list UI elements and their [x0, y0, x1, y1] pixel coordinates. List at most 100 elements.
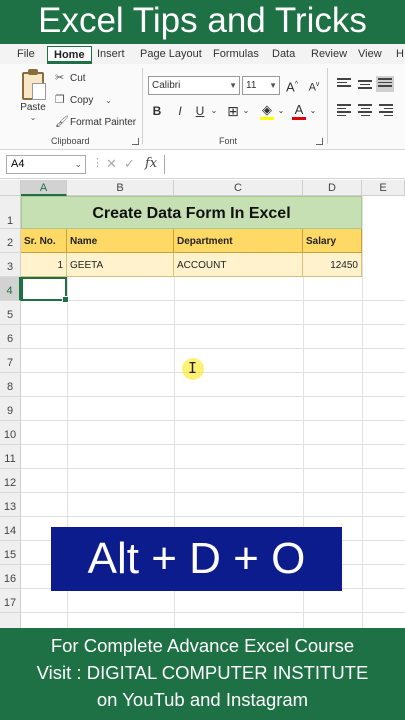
gridline — [21, 612, 405, 613]
row-header-4[interactable]: 4 — [0, 277, 21, 301]
select-all-corner[interactable] — [0, 180, 21, 196]
italic-button[interactable]: I — [173, 102, 187, 120]
tab-formulas[interactable]: Formulas — [213, 46, 259, 64]
cancel-icon[interactable]: ✕ — [106, 156, 117, 172]
ribbon: Paste ⌄ ✂ Cut ❐ Copy ⌄ 🖌Format Painter Cli… — [0, 64, 405, 150]
bottom-banner: For Complete Advance Excel Course Visit … — [0, 628, 405, 720]
column-header-c[interactable]: C — [174, 180, 303, 196]
row-header-5[interactable]: 5 — [0, 301, 21, 325]
tab-view[interactable]: View — [358, 46, 382, 64]
bottom-banner-line-3: on YouTub and Instagram — [96, 689, 309, 710]
font-name-select[interactable]: Calibri ▼ — [148, 76, 240, 95]
name-box-value: A4 — [11, 158, 25, 170]
cut-button[interactable]: ✂ Cut — [55, 71, 86, 84]
borders-dropdown-icon[interactable]: ⌄ — [241, 102, 251, 120]
tab-page-layout[interactable]: Page Layout — [140, 46, 202, 64]
row-header-3[interactable]: 3 — [0, 253, 21, 277]
data-cell-sr-no[interactable]: 1 — [21, 253, 67, 277]
top-banner: Excel Tips and Tricks — [0, 0, 405, 44]
row-header-14[interactable]: 14 — [0, 517, 21, 541]
text-cursor-icon: I — [188, 359, 198, 377]
fill-color-dropdown-icon[interactable]: ⌄ — [276, 102, 286, 120]
font-group-label: Font — [219, 136, 238, 146]
bottom-banner-line-1: For Complete Advance Excel Course — [50, 635, 355, 656]
underline-button[interactable]: U — [193, 102, 207, 120]
data-cell-department[interactable]: ACCOUNT — [174, 253, 303, 277]
tab-data[interactable]: Data — [272, 46, 295, 64]
font-name-value: Calibri — [152, 80, 181, 91]
copy-dropdown-icon[interactable]: ⌄ — [105, 96, 112, 105]
font-size-value: 11 — [246, 80, 257, 91]
column-header-d[interactable]: D — [303, 180, 362, 196]
row-header-7[interactable]: 7 — [0, 349, 21, 373]
align-right-icon[interactable] — [379, 104, 393, 116]
header-cell-salary[interactable]: Salary — [303, 229, 362, 253]
column-header-b[interactable]: B — [67, 180, 174, 196]
underline-dropdown-icon[interactable]: ⌄ — [209, 102, 219, 120]
row-header-9[interactable]: 9 — [0, 397, 21, 421]
tab-help[interactable]: H — [396, 46, 404, 64]
data-cell-name[interactable]: GEETA — [67, 253, 174, 277]
more-options-icon[interactable]: ⋮ — [92, 156, 103, 169]
bottom-banner-line-2: Visit : DIGITAL COMPUTER INSTITUTE — [36, 662, 369, 683]
tab-insert[interactable]: Insert — [97, 46, 125, 64]
row-header-15[interactable]: 15 — [0, 541, 21, 565]
tab-review[interactable]: Review — [311, 46, 347, 64]
row-header-12[interactable]: 12 — [0, 469, 21, 493]
gridline — [21, 324, 405, 325]
paste-button[interactable]: Paste ⌄ — [14, 69, 52, 128]
font-launcher-icon[interactable] — [316, 138, 323, 145]
insert-function-icon[interactable]: fx — [145, 156, 157, 171]
row-header-11[interactable]: 11 — [0, 445, 21, 469]
enter-icon[interactable]: ✓ — [124, 156, 135, 172]
column-header-e[interactable]: E — [362, 180, 405, 196]
format-painter-button[interactable]: 🖌Format Painter — [55, 115, 136, 128]
data-cell-salary[interactable]: 12450 — [303, 253, 362, 277]
font-color-dropdown-icon[interactable]: ⌄ — [308, 102, 318, 120]
header-cell-name[interactable]: Name — [67, 229, 174, 253]
font-size-select[interactable]: 11 ▼ — [242, 76, 280, 95]
row-header-8[interactable]: 8 — [0, 373, 21, 397]
shrink-font-button[interactable]: Av — [306, 76, 322, 94]
align-center-icon[interactable] — [358, 104, 372, 116]
chevron-down-icon: ▼ — [269, 81, 277, 90]
group-divider — [142, 68, 143, 144]
grow-font-button[interactable]: A^ — [284, 76, 300, 94]
row-header-1[interactable]: 1 — [0, 196, 21, 229]
row-header-2[interactable]: 2 — [0, 229, 21, 253]
align-bottom-icon[interactable] — [376, 76, 394, 92]
copy-icon: ❐ — [55, 94, 65, 106]
paste-dropdown-icon[interactable]: ⌄ — [14, 113, 52, 122]
formula-input[interactable] — [164, 155, 405, 174]
header-cell-sr-no[interactable]: Sr. No. — [21, 229, 67, 253]
copy-button[interactable]: ❐ Copy ⌄ — [55, 93, 112, 106]
row-header-13[interactable]: 13 — [0, 493, 21, 517]
name-box[interactable]: A4 ⌄ — [6, 155, 86, 174]
row-header-6[interactable]: 6 — [0, 325, 21, 349]
shrink-font-icon: A — [308, 81, 316, 94]
align-top-icon[interactable] — [337, 78, 351, 90]
row-header-17[interactable]: 17 — [0, 589, 21, 613]
column-header-a[interactable]: A — [21, 180, 67, 196]
align-left-icon[interactable] — [337, 104, 351, 116]
tab-home[interactable]: Home — [47, 46, 92, 64]
row-header-18[interactable] — [0, 613, 21, 628]
align-middle-icon[interactable] — [358, 80, 372, 92]
header-cell-department[interactable]: Department — [174, 229, 303, 253]
font-color-icon[interactable]: A — [292, 102, 306, 120]
sheet-title-cell[interactable]: Create Data Form In Excel — [21, 196, 362, 229]
bold-button[interactable]: B — [150, 102, 164, 120]
clipboard-launcher-icon[interactable] — [132, 138, 139, 145]
borders-icon[interactable]: ⊞ — [226, 102, 240, 120]
ribbon-tabs: File Home Insert Page Layout Formulas Da… — [0, 44, 405, 64]
row-header-16[interactable]: 16 — [0, 565, 21, 589]
clipboard-group-label: Clipboard — [51, 136, 90, 146]
gridline — [21, 372, 405, 373]
cut-label: Cut — [70, 73, 86, 84]
fill-color-icon[interactable]: ◈ — [260, 102, 274, 120]
row-header-10[interactable]: 10 — [0, 421, 21, 445]
gridline — [21, 492, 405, 493]
active-cell-a4[interactable] — [21, 277, 69, 303]
tab-file[interactable]: File — [17, 46, 35, 64]
paintbrush-icon: 🖌 — [55, 116, 69, 128]
